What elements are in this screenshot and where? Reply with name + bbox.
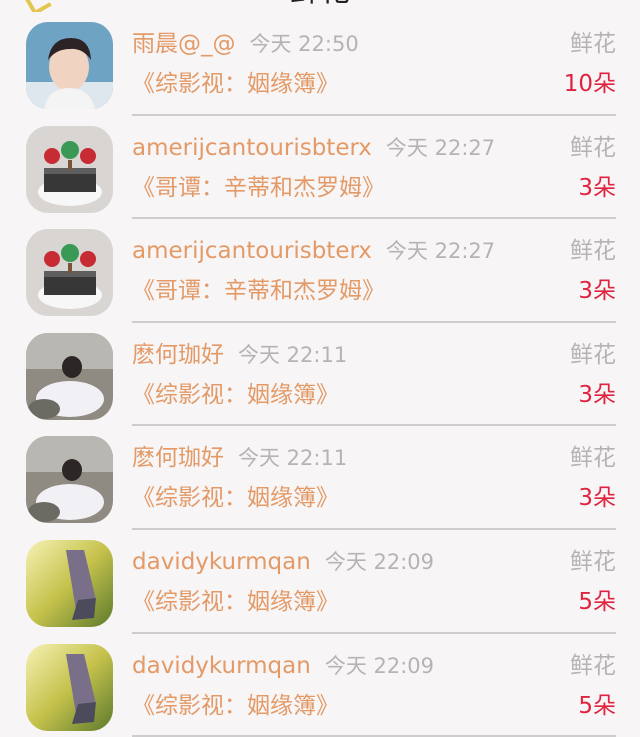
flower-count: 3朵	[578, 381, 616, 408]
flower-label: 鲜花	[570, 445, 616, 472]
book-title-link[interactable]: 《综影视：姻缘簿》	[132, 692, 339, 720]
username[interactable]: amerijcantourisbterx 今天 22:27	[132, 134, 495, 162]
flower-label: 鲜花	[570, 652, 616, 679]
sunlit-field-avatar	[26, 539, 113, 627]
book-title-link[interactable]: 《综影视：姻缘簿》	[132, 381, 339, 409]
page-title: 鲜花	[0, 0, 640, 8]
username-text[interactable]: 麽何珈好	[132, 342, 224, 368]
list-item[interactable]: 麽何珈好 今天 22:11 鲜花 《综影视：姻缘簿》 3朵	[0, 323, 640, 427]
avatar[interactable]	[26, 539, 113, 627]
flower-count: 3朵	[578, 174, 616, 201]
flower-count: 5朵	[578, 588, 616, 615]
timestamp: 今天 22:09	[324, 549, 435, 574]
username[interactable]: 麽何珈好 今天 22:11	[132, 341, 347, 369]
list-item[interactable]: 雨晨@_@ 今天 22:50 鲜花 《综影视：姻缘簿》 10朵	[0, 12, 640, 116]
timestamp: 今天 22:50	[249, 32, 359, 56]
username-text[interactable]: amerijcantourisbterx	[132, 238, 372, 264]
list-item[interactable]: amerijcantourisbterx 今天 22:27 鲜花 《哥谭：辛蒂和杰…	[0, 116, 640, 220]
timestamp: 今天 22:27	[385, 239, 496, 264]
list-item[interactable]: amerijcantourisbterx 今天 22:27 鲜花 《哥谭：辛蒂和杰…	[0, 219, 640, 323]
avatar[interactable]	[26, 229, 113, 317]
flower-label: 鲜花	[570, 31, 616, 57]
flower-count: 5朵	[578, 692, 616, 719]
username-text[interactable]: 雨晨@_@	[132, 31, 236, 57]
username[interactable]: davidykurmqan 今天 22:09	[132, 548, 434, 576]
list-item[interactable]: davidykurmqan 今天 22:09 鲜花 《综影视：姻缘簿》 5朵	[0, 530, 640, 634]
avatar[interactable]	[26, 643, 113, 731]
avatar[interactable]	[26, 332, 113, 420]
list-item[interactable]: davidykurmqan 今天 22:09 鲜花 《综影视：姻缘簿》 5朵	[0, 634, 640, 737]
username-text[interactable]: davidykurmqan	[132, 653, 311, 679]
username[interactable]: 麽何珈好 今天 22:11	[132, 444, 347, 472]
flower-label: 鲜花	[570, 548, 616, 575]
young-man-avatar	[26, 22, 113, 109]
flower-label: 鲜花	[570, 134, 616, 161]
book-title-link[interactable]: 《综影视：姻缘簿》	[132, 588, 339, 616]
cake-avatar	[26, 229, 113, 317]
timestamp: 今天 22:11	[238, 342, 348, 367]
timestamp: 今天 22:09	[324, 653, 435, 678]
flower-gift-list: 雨晨@_@ 今天 22:50 鲜花 《综影视：姻缘簿》 10朵 amerijcan…	[0, 12, 640, 737]
username-text[interactable]: amerijcantourisbterx	[132, 135, 372, 161]
book-title-link[interactable]: 《综影视：姻缘簿》	[132, 484, 339, 512]
cake-avatar	[26, 125, 113, 213]
white-dress-girl-avatar	[26, 436, 113, 524]
flower-label: 鲜花	[570, 341, 616, 368]
book-title-link[interactable]: 《哥谭：辛蒂和杰罗姆》	[132, 174, 385, 202]
avatar[interactable]	[26, 125, 113, 213]
header-bar: 鲜花	[0, 0, 640, 12]
username[interactable]: 雨晨@_@ 今天 22:50	[132, 30, 359, 58]
list-item[interactable]: 麽何珈好 今天 22:11 鲜花 《综影视：姻缘簿》 3朵	[0, 426, 640, 530]
timestamp: 今天 22:27	[385, 135, 496, 160]
book-title-link[interactable]: 《哥谭：辛蒂和杰罗姆》	[132, 277, 385, 305]
username[interactable]: davidykurmqan 今天 22:09	[132, 652, 434, 680]
avatar[interactable]	[26, 22, 113, 109]
username-text[interactable]: davidykurmqan	[132, 549, 311, 575]
flower-count: 10朵	[563, 71, 616, 97]
username[interactable]: amerijcantourisbterx 今天 22:27	[132, 237, 495, 265]
flower-count: 3朵	[578, 278, 616, 305]
book-title-link[interactable]: 《综影视：姻缘簿》	[132, 70, 339, 98]
flower-count: 3朵	[578, 485, 616, 512]
white-dress-girl-avatar	[26, 332, 113, 420]
avatar[interactable]	[26, 436, 113, 524]
username-text[interactable]: 麽何珈好	[132, 445, 224, 471]
flower-label: 鲜花	[570, 238, 616, 265]
timestamp: 今天 22:11	[238, 446, 348, 471]
sunlit-field-avatar	[26, 643, 113, 731]
